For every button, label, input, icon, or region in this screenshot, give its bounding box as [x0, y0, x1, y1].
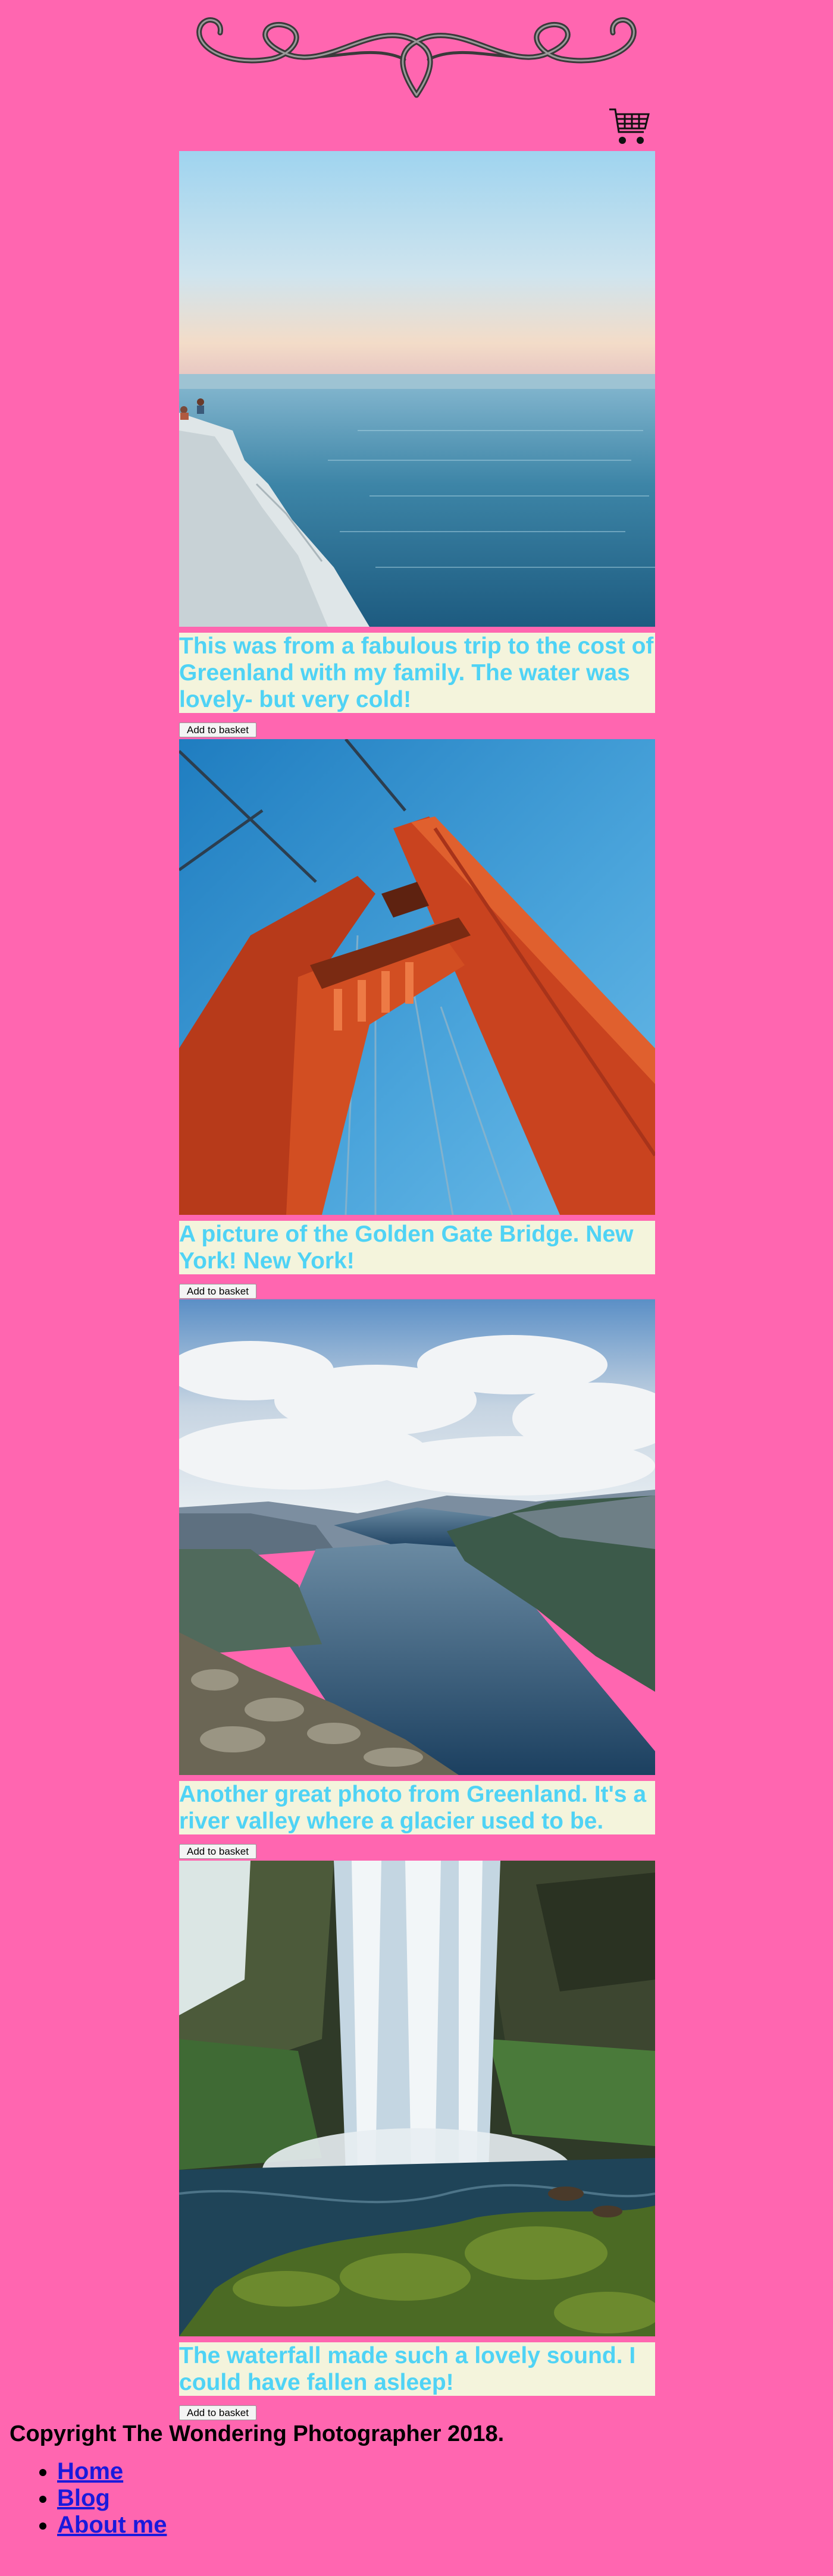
footer-copyright: Copyright The Wondering Photographer 201…	[10, 2421, 505, 2446]
add-to-basket-button[interactable]: Add to basket	[179, 1844, 256, 1859]
photo-caption: This was from a fabulous trip to the cos…	[179, 633, 655, 713]
add-to-basket-button[interactable]: Add to basket	[179, 2405, 256, 2420]
photo-card-2: A picture of the Golden Gate Bridge. New…	[179, 739, 655, 1299]
photo-card-4: The waterfall made such a lovely sound. …	[179, 1861, 655, 2420]
shopping-cart-icon[interactable]	[608, 106, 651, 149]
photo-waterfall	[179, 1861, 655, 2336]
photo-card-3: Another great photo from Greenland. It's…	[179, 1299, 655, 1859]
nav-link-about-me[interactable]: About me	[57, 2512, 167, 2538]
nav-link-home[interactable]: Home	[57, 2458, 123, 2484]
footer-nav: Home Blog About me	[10, 2458, 167, 2539]
photo-caption: The waterfall made such a lovely sound. …	[179, 2342, 655, 2396]
photo-river-valley	[179, 1299, 655, 1775]
ornamental-flourish-logo	[196, 17, 637, 98]
footer-nav-item: About me	[57, 2512, 167, 2539]
footer-nav-item: Blog	[57, 2485, 167, 2512]
footer-nav-item: Home	[57, 2458, 167, 2485]
photo-caption: Another great photo from Greenland. It's…	[179, 1781, 655, 1834]
add-to-basket-button[interactable]: Add to basket	[179, 1284, 256, 1299]
photo-golden-gate-bridge	[179, 739, 655, 1215]
photo-card-1: This was from a fabulous trip to the cos…	[179, 151, 655, 737]
photo-sea-cliff	[179, 151, 655, 627]
nav-link-blog[interactable]: Blog	[57, 2485, 110, 2511]
photo-caption: A picture of the Golden Gate Bridge. New…	[179, 1221, 655, 1274]
add-to-basket-button[interactable]: Add to basket	[179, 722, 256, 737]
